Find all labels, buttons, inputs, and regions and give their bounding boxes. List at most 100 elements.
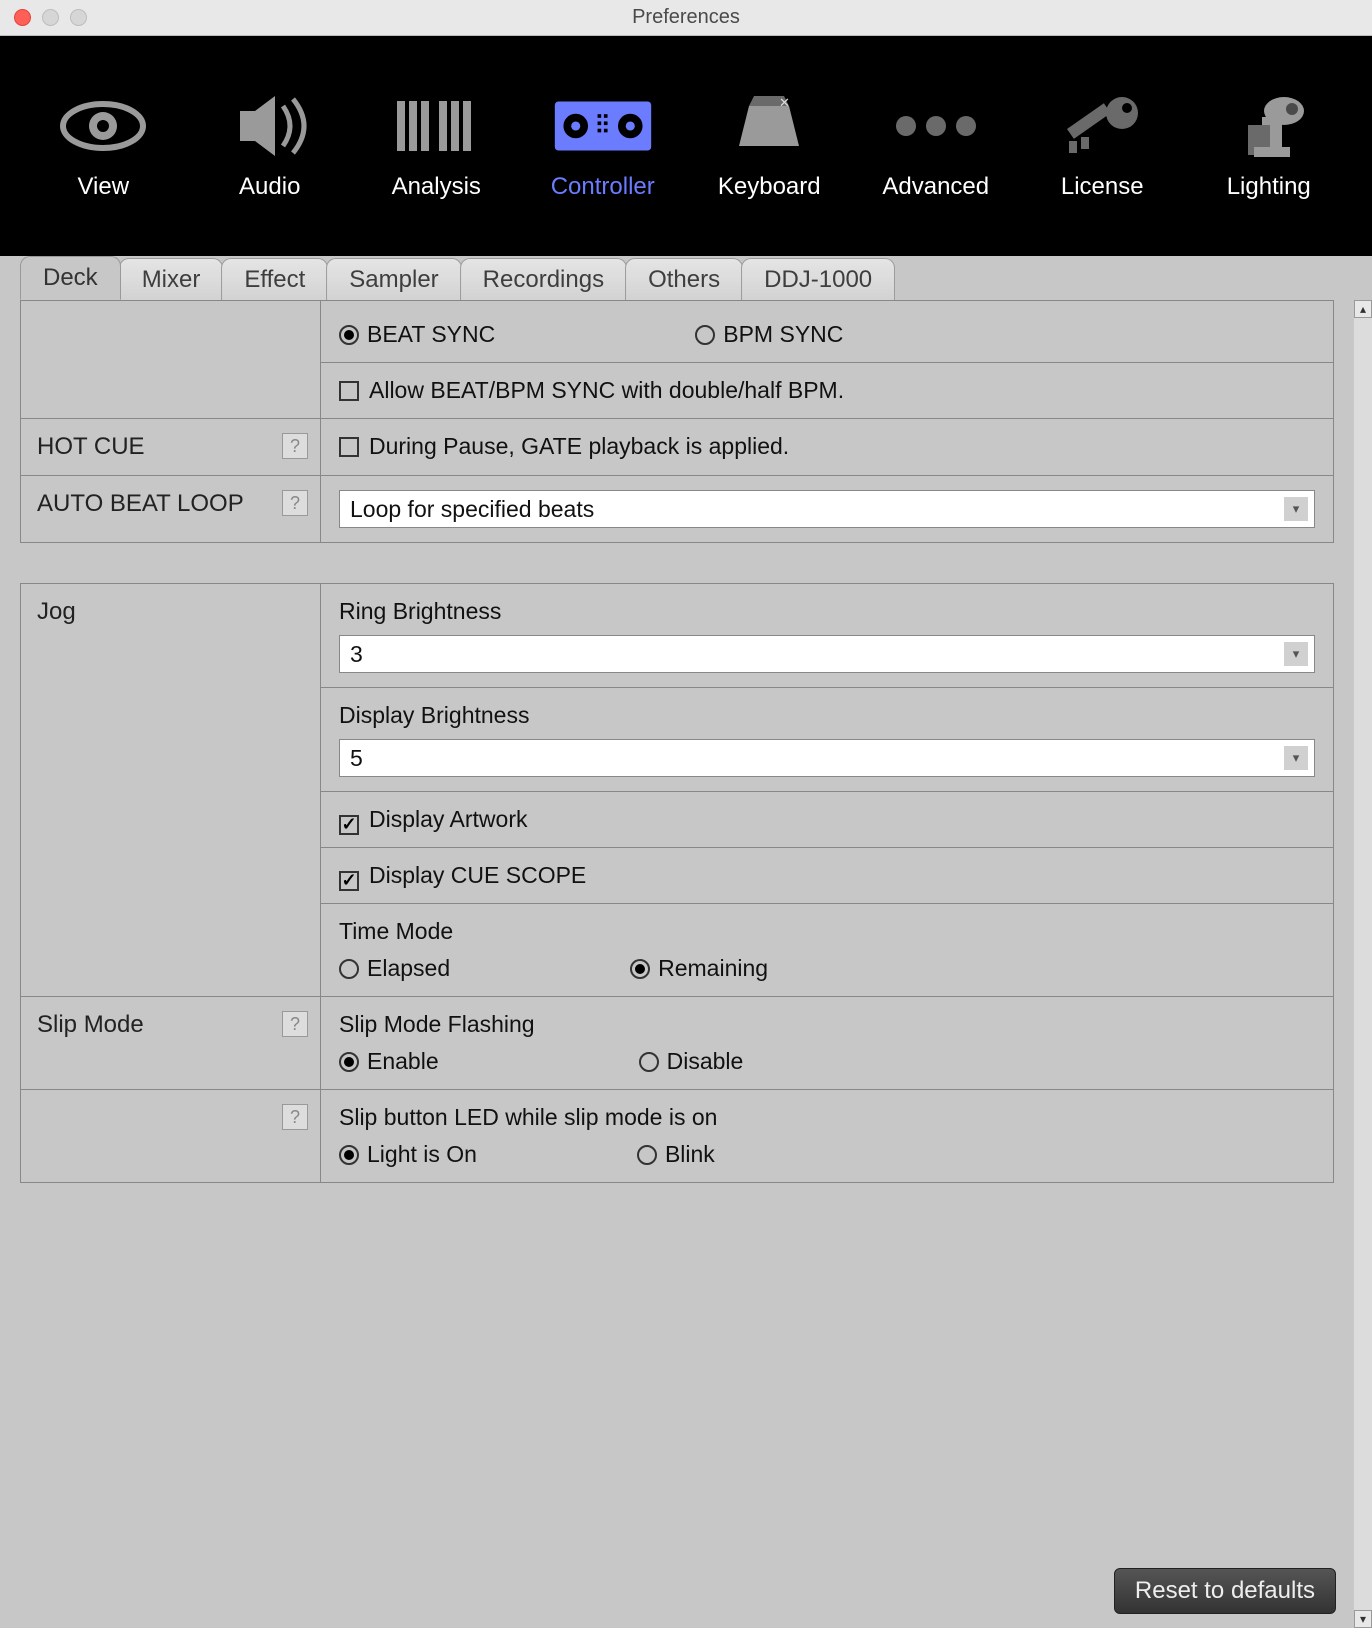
preferences-body: Deck Mixer Effect Sampler Recordings Oth…	[0, 256, 1372, 1628]
auto-beat-loop-dropdown[interactable]: Loop for specified beats ▾	[339, 490, 1315, 528]
scroll-down-arrow-icon[interactable]: ▾	[1354, 1610, 1372, 1628]
ring-brightness-dropdown[interactable]: 3 ▾	[339, 635, 1315, 673]
tab-label: Deck	[43, 264, 98, 292]
radio-icon	[339, 1145, 359, 1165]
dropdown-value: Loop for specified beats	[350, 496, 594, 523]
slip-mode-row-label: Slip Mode ?	[21, 997, 321, 1090]
field-label: Time Mode	[339, 918, 1315, 945]
preferences-toolbar: View Audio Analysis Controller ✕ Keyboar…	[0, 36, 1372, 256]
radio-icon	[639, 1052, 659, 1072]
tab-label: Recordings	[483, 266, 604, 294]
setting-label: AUTO BEAT LOOP	[37, 490, 244, 517]
tab-label: Others	[648, 266, 720, 294]
zoom-window-button[interactable]	[70, 9, 87, 26]
radio-icon	[339, 1052, 359, 1072]
toolbar-label: Audio	[239, 173, 300, 201]
toolbar-item-controller[interactable]: Controller	[528, 91, 678, 201]
checkbox-icon	[339, 815, 359, 835]
controller-icon	[553, 91, 653, 161]
button-label: Reset to defaults	[1135, 1577, 1315, 1604]
toolbar-label: View	[77, 173, 129, 201]
allow-half-double-checkbox[interactable]: Allow BEAT/BPM SYNC with double/half BPM…	[339, 377, 844, 403]
toolbar-item-audio[interactable]: Audio	[195, 91, 345, 201]
radio-icon	[695, 325, 715, 345]
chevron-down-icon: ▾	[1284, 497, 1308, 521]
tab-recordings[interactable]: Recordings	[460, 258, 627, 300]
eye-icon	[53, 91, 153, 161]
beat-sync-radio[interactable]: BEAT SYNC	[339, 321, 495, 348]
radio-label: Elapsed	[367, 955, 450, 982]
slip-flashing-disable-radio[interactable]: Disable	[639, 1048, 744, 1075]
tab-label: Sampler	[349, 266, 438, 294]
slip-flashing-enable-radio[interactable]: Enable	[339, 1048, 439, 1075]
slip-led-blink-radio[interactable]: Blink	[637, 1141, 715, 1168]
toolbar-label: Keyboard	[718, 173, 821, 201]
field-label: Slip Mode Flashing	[339, 1011, 1315, 1038]
toolbar-item-lighting[interactable]: Lighting	[1194, 91, 1344, 201]
tab-effect[interactable]: Effect	[221, 258, 328, 300]
time-remaining-radio[interactable]: Remaining	[630, 955, 768, 982]
checkbox-icon	[339, 381, 359, 401]
toolbar-item-view[interactable]: View	[28, 91, 178, 201]
dropdown-value: 5	[350, 745, 363, 772]
help-icon[interactable]: ?	[282, 433, 308, 459]
tab-label: Effect	[244, 266, 305, 294]
slip-led-light-on-radio[interactable]: Light is On	[339, 1141, 477, 1168]
display-cue-scope-checkbox[interactable]: Display CUE SCOPE	[339, 862, 586, 888]
gate-playback-checkbox[interactable]: During Pause, GATE playback is applied.	[339, 433, 789, 459]
jog-slip-table: Jog Ring Brightness 3 ▾ Display Brightne…	[20, 583, 1334, 1183]
radio-icon	[630, 959, 650, 979]
radio-label: Light is On	[367, 1141, 477, 1168]
setting-label: Slip Mode	[37, 1011, 144, 1038]
display-brightness-dropdown[interactable]: 5 ▾	[339, 739, 1315, 777]
chevron-down-icon: ▾	[1284, 746, 1308, 770]
bpm-sync-radio[interactable]: BPM SYNC	[695, 321, 843, 348]
window-titlebar: Preferences	[0, 0, 1372, 36]
field-label: Slip button LED while slip mode is on	[339, 1104, 1315, 1131]
help-icon[interactable]: ?	[282, 1011, 308, 1037]
scroll-up-arrow-icon[interactable]: ▴	[1354, 300, 1372, 318]
tab-label: Mixer	[142, 266, 201, 294]
vertical-scrollbar[interactable]: ▴ ▾	[1354, 300, 1372, 1628]
key-icon	[1052, 91, 1152, 161]
tab-ddj1000[interactable]: DDJ-1000	[741, 258, 895, 300]
sync-hotcue-table: BEAT SYNC BPM SYNC Allow BEAT/BPM SYNC w…	[20, 300, 1334, 543]
reset-to-defaults-button[interactable]: Reset to defaults	[1114, 1568, 1336, 1614]
jog-row-label: Jog	[21, 584, 321, 997]
tab-others[interactable]: Others	[625, 258, 743, 300]
help-icon[interactable]: ?	[282, 490, 308, 516]
radio-icon	[339, 959, 359, 979]
radio-label: BEAT SYNC	[367, 321, 495, 348]
tab-sampler[interactable]: Sampler	[326, 258, 461, 300]
tab-mixer[interactable]: Mixer	[119, 258, 224, 300]
setting-label: HOT CUE	[37, 433, 145, 460]
field-label: Display Brightness	[339, 702, 1315, 729]
toolbar-label: License	[1061, 173, 1144, 201]
deck-settings-content: BEAT SYNC BPM SYNC Allow BEAT/BPM SYNC w…	[0, 300, 1354, 1628]
tab-label: DDJ-1000	[764, 266, 872, 294]
sync-row-label	[21, 301, 321, 419]
checkbox-icon	[339, 871, 359, 891]
minimize-window-button[interactable]	[42, 9, 59, 26]
checkbox-label: Display Artwork	[369, 806, 527, 832]
traffic-lights	[0, 9, 87, 26]
radio-icon	[339, 325, 359, 345]
checkbox-label: During Pause, GATE playback is applied.	[369, 433, 789, 459]
checkbox-icon	[339, 437, 359, 457]
time-elapsed-radio[interactable]: Elapsed	[339, 955, 450, 982]
dots-icon	[886, 91, 986, 161]
tab-deck[interactable]: Deck	[20, 256, 121, 300]
display-artwork-checkbox[interactable]: Display Artwork	[339, 806, 527, 832]
toolbar-item-advanced[interactable]: Advanced	[861, 91, 1011, 201]
chevron-down-icon: ▾	[1284, 642, 1308, 666]
checkbox-label: Display CUE SCOPE	[369, 862, 586, 888]
lighting-icon	[1219, 91, 1319, 161]
bars-icon	[386, 91, 486, 161]
toolbar-item-keyboard[interactable]: ✕ Keyboard	[694, 91, 844, 201]
radio-label: BPM SYNC	[723, 321, 843, 348]
close-window-button[interactable]	[14, 9, 31, 26]
toolbar-item-license[interactable]: License	[1027, 91, 1177, 201]
toolbar-item-analysis[interactable]: Analysis	[361, 91, 511, 201]
dropdown-value: 3	[350, 641, 363, 668]
help-icon[interactable]: ?	[282, 1104, 308, 1130]
